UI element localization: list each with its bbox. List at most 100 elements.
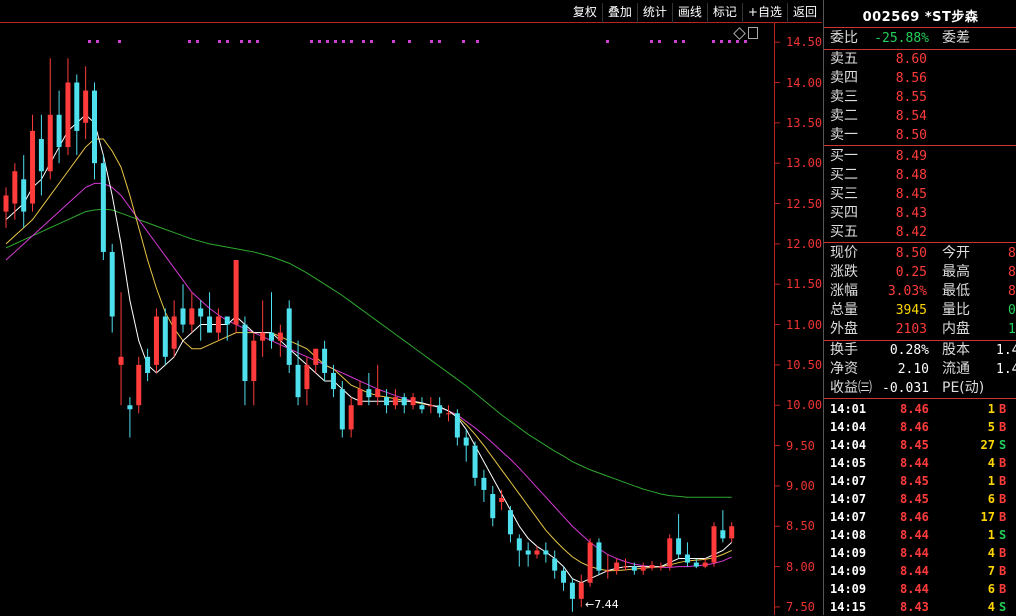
candle-body [56,114,62,148]
candle-body [384,397,390,406]
candle-body [454,413,460,438]
candle-body [702,562,708,567]
price-tick-label: 8.50 [786,519,815,534]
candle-body [419,405,425,410]
candle-body [640,566,646,571]
buy-price: 8.48 [895,168,927,183]
signal-dot [736,40,739,43]
candle-body [366,389,372,398]
diamond-icon[interactable] [733,26,746,40]
signal-dot [118,40,121,43]
fuquan-button[interactable]: 复权 [568,3,602,23]
candlestick-chart[interactable] [0,0,822,615]
divider [824,145,1016,146]
trade-price: 8.46 [900,420,929,434]
trade-price: 8.45 [900,438,929,452]
candle-body [649,564,655,569]
overlay-button[interactable]: 叠加 [601,3,637,23]
divider [824,27,1016,28]
mark-button[interactable]: 标记 [706,3,742,23]
trade-time: 14:07 [830,510,867,524]
candle-body [286,308,292,365]
price-tick-label: 12.50 [786,196,823,211]
sell-price: 8.60 [895,52,927,67]
price-tick-label: 8.00 [786,559,815,574]
statistics-button[interactable]: 统计 [636,3,672,23]
candle-body [330,372,336,390]
buy-level-label: 买一 [830,148,858,164]
add-watchlist-button[interactable]: +自选 [741,3,787,23]
candle-body [729,526,735,539]
info-value-2: 1.4 [996,362,1016,377]
panel-toggle-icon[interactable] [748,27,758,39]
price-tick-label: 10.50 [786,357,823,372]
trade-row: 14:07 8.46 17 B [824,508,1016,526]
price-tick-label: 9.00 [786,478,815,493]
signal-dot [362,40,365,43]
price-tick-label: 13.00 [786,156,823,171]
stat-label-2: 量比 [942,302,970,318]
trade-side: B [999,582,1007,596]
candle-body [543,550,549,555]
price-tick-label: 11.00 [786,317,823,332]
signal-dot [188,40,191,43]
signal-dot [88,40,91,43]
candle-body [12,171,18,204]
candle-body [631,566,637,571]
trade-row: 14:01 8.46 1 B [824,400,1016,418]
candle-body [277,332,283,341]
trade-side: B [999,474,1007,488]
price-tick-label: 13.50 [786,115,823,130]
kline-chart-area[interactable]: 复权 叠加 统计 画线 标记 +自选 返回 14.50 14.00 13.50 13.… [0,0,822,615]
trade-price: 8.44 [900,564,929,578]
stock-title: 002569 *ST步森 [862,10,979,25]
candle-body [198,308,204,317]
buy-row: 买四 8.43 [824,204,1016,223]
signal-dot [310,40,313,43]
candle-body [578,582,584,599]
candle-body [136,364,142,406]
trade-volume: 1 [987,528,995,542]
sell-price: 8.50 [895,128,927,143]
stat-value-2: 8 [1008,284,1016,299]
stat-row: 涨幅 3.03% 最低 8 [824,282,1016,301]
trade-time: 14:01 [830,402,867,416]
sell-price: 8.56 [895,71,927,86]
sell-level-label: 卖二 [830,108,858,124]
sell-level-label: 卖三 [830,89,858,105]
trade-row: 14:07 8.45 1 B [824,472,1016,490]
back-button[interactable]: 返回 [786,3,822,23]
sell-row: 卖三 8.55 [824,88,1016,107]
candle-body [569,582,575,599]
trade-price: 8.44 [900,528,929,542]
info-label: 换手 [830,342,858,358]
trade-volume: 4 [987,456,995,470]
trade-time: 14:04 [830,420,867,434]
info-value-2: 1.4 [996,343,1016,358]
weicha-label: 委差 [942,30,970,46]
stat-value-2: 8 [1008,246,1016,261]
candle-body [623,566,628,568]
signal-dot [370,40,373,43]
trade-time: 14:09 [830,564,867,578]
trade-time: 14:05 [830,456,867,470]
candle-body [339,389,345,430]
trade-side: S [999,528,1007,542]
candle-body [251,340,257,382]
candle-body [233,260,239,325]
buy-level-label: 买二 [830,167,858,183]
candle-body [118,356,124,365]
trade-volume: 1 [987,474,995,488]
trade-row: 14:09 8.44 6 B [824,580,1016,598]
stat-label: 总量 [830,302,858,318]
trade-row: 14:05 8.44 4 B [824,454,1016,472]
candle-body [38,138,44,172]
draw-line-button[interactable]: 画线 [671,3,707,23]
stat-row: 现价 8.50 今开 8 [824,244,1016,263]
info-label: 净资 [830,361,858,377]
trade-price: 8.45 [900,492,929,506]
info-value: 0.28% [889,343,929,358]
signal-dot [256,40,259,43]
signal-dot [240,40,243,43]
candle-body [322,348,328,373]
